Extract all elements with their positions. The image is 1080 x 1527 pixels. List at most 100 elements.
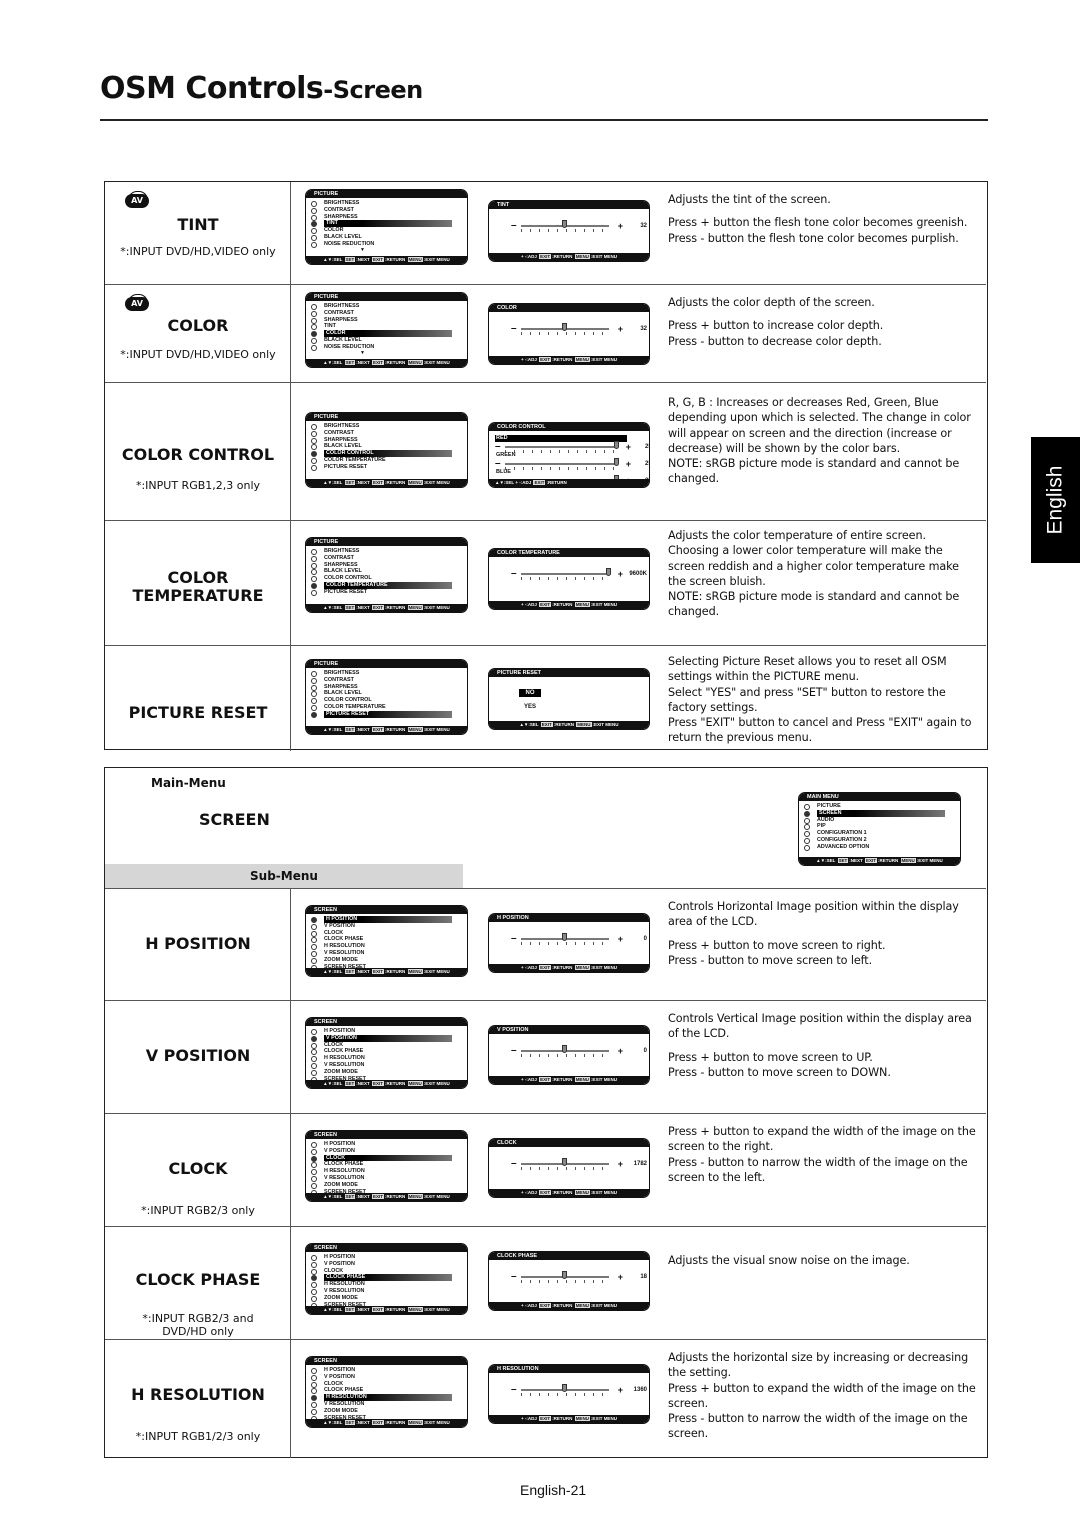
osd-slider[interactable]: – +32	[511, 220, 647, 232]
osd-menu-item[interactable]: PICTURE RESET	[310, 464, 467, 471]
osd-menu-item[interactable]: BLACK LEVEL	[310, 443, 467, 451]
osd-menu-item[interactable]: ZOOM MODE	[310, 1295, 467, 1302]
osd-menu-item[interactable]: ADVANCED OPTION	[803, 844, 960, 851]
reset-option-no[interactable]: NO	[519, 689, 541, 697]
osd-menu-item[interactable]: PICTURE	[803, 803, 960, 810]
osd-menu-item[interactable]: PICTURE RESET	[310, 710, 467, 718]
osd-menu-item[interactable]: H POSITION	[310, 1254, 467, 1261]
osd-menu-item[interactable]: BRIGHTNESS	[310, 548, 467, 555]
osd-menu-item[interactable]: PICTURE RESET	[310, 589, 467, 596]
slider-thumb[interactable]	[562, 1384, 567, 1392]
osd-menu-item[interactable]: CONTRAST	[310, 555, 467, 562]
osd-slider[interactable]: – +18	[511, 1271, 647, 1283]
osd-menu-item[interactable]: CONTRAST	[310, 310, 467, 317]
osd-slider[interactable]: –+255	[495, 441, 649, 453]
osd-menu-item[interactable]: V RESOLUTION	[310, 950, 467, 957]
osd-menu-item[interactable]: V POSITION	[310, 923, 467, 930]
osd-menu-item[interactable]: ZOOM MODE	[310, 957, 467, 964]
color-channel-label[interactable]: RED	[495, 435, 627, 442]
osd-menu-item[interactable]: H RESOLUTION	[310, 1281, 467, 1288]
osd-menu-item[interactable]: BRIGHTNESS	[310, 670, 467, 677]
osd-menu-item[interactable]: NOISE REDUCTION	[310, 344, 467, 351]
osd-slider[interactable]: – +0	[511, 1045, 647, 1057]
osd-menu-item[interactable]: AUDIO	[803, 817, 960, 824]
osd-menu-item[interactable]: COLOR TEMPERATURE	[310, 704, 467, 711]
osd-menu-item[interactable]: H POSITION	[310, 916, 467, 923]
osd-menu-item[interactable]: CLOCK	[310, 1381, 467, 1388]
osd-menu-item[interactable]: CLOCK	[310, 930, 467, 937]
osd-menu-item[interactable]: SHARPNESS	[310, 562, 467, 569]
osd-menu-item[interactable]: BLACK LEVEL	[310, 234, 467, 241]
osd-menu-item[interactable]: NOISE REDUCTION	[310, 241, 467, 248]
slider-thumb[interactable]	[562, 220, 567, 228]
osd-menu-item[interactable]: COLOR TEMPERATURE	[310, 581, 467, 589]
slider-thumb[interactable]	[562, 1271, 567, 1279]
osd-menu-item[interactable]: ZOOM MODE	[310, 1182, 467, 1189]
osd-menu-item[interactable]: PIP	[803, 823, 960, 831]
osd-menu-item[interactable]: SHARPNESS	[310, 214, 467, 221]
reset-option-yes[interactable]: YES	[519, 703, 541, 711]
osd-slider[interactable]: – +1360	[511, 1384, 647, 1396]
osd-menu-item[interactable]: H RESOLUTION	[310, 1394, 467, 1401]
osd-slider[interactable]: – +9600K	[511, 568, 647, 580]
osd-menu-item[interactable]: H RESOLUTION	[310, 1055, 467, 1062]
osd-menu-item[interactable]: CLOCK PHASE	[310, 1274, 467, 1282]
osd-menu-item[interactable]: COLOR	[310, 330, 467, 337]
osd-menu-item[interactable]: ZOOM MODE	[310, 1069, 467, 1076]
osd-menu-item[interactable]: V POSITION	[310, 1374, 467, 1381]
slider-thumb[interactable]	[614, 458, 619, 466]
osd-menu-item[interactable]: BRIGHTNESS	[310, 303, 467, 310]
osd-menu-item[interactable]: BLACK LEVEL	[310, 337, 467, 344]
color-channel-label[interactable]: BLUE	[495, 469, 627, 476]
osd-menu-item[interactable]: CONFIGURATION 1	[803, 830, 960, 837]
osd-menu-item[interactable]: COLOR TEMPERATURE	[310, 457, 467, 464]
osd-menu-item[interactable]: CONTRAST	[310, 677, 467, 684]
osd-menu-item[interactable]: V POSITION	[310, 1261, 467, 1268]
slider-thumb[interactable]	[614, 441, 619, 449]
osd-slider[interactable]: –+255	[495, 458, 649, 470]
osd-menu-item[interactable]: CLOCK PHASE	[310, 1387, 467, 1395]
osd-menu-item[interactable]: SCREEN	[803, 809, 960, 817]
osd-menu-item[interactable]: V RESOLUTION	[310, 1175, 467, 1182]
osd-menu-item[interactable]: COLOR	[310, 227, 467, 234]
osd-menu-item[interactable]: H POSITION	[310, 1367, 467, 1374]
osd-menu-item[interactable]: V POSITION	[310, 1034, 467, 1042]
slider-thumb[interactable]	[562, 1158, 567, 1166]
osd-menu-item[interactable]: BLACK LEVEL	[310, 568, 467, 576]
osd-menu-item[interactable]: SHARPNESS	[310, 684, 467, 691]
osd-menu-item[interactable]: H RESOLUTION	[310, 943, 467, 950]
osd-menu-item[interactable]: CONTRAST	[310, 430, 467, 437]
osd-menu-item[interactable]: CLOCK	[310, 1268, 467, 1275]
slider-thumb[interactable]	[562, 1045, 567, 1053]
osd-menu-item[interactable]: CLOCK PHASE	[310, 1048, 467, 1056]
osd-menu-item[interactable]: V RESOLUTION	[310, 1401, 467, 1408]
slider-thumb[interactable]	[562, 323, 567, 331]
osd-menu-item[interactable]: H POSITION	[310, 1141, 467, 1148]
osd-menu-item[interactable]: CLOCK PHASE	[310, 936, 467, 944]
osd-slider[interactable]: – +32	[511, 323, 647, 335]
osd-menu-item[interactable]: V POSITION	[310, 1148, 467, 1155]
osd-menu-item[interactable]: BLACK LEVEL	[310, 690, 467, 698]
osd-menu-item[interactable]: H RESOLUTION	[310, 1168, 467, 1175]
osd-menu-item[interactable]: CLOCK PHASE	[310, 1161, 467, 1169]
osd-menu-item[interactable]: BRIGHTNESS	[310, 423, 467, 430]
osd-menu-item[interactable]: BRIGHTNESS	[310, 200, 467, 207]
osd-menu-item[interactable]: CONTRAST	[310, 207, 467, 214]
color-channel-label[interactable]: GREEN	[495, 452, 627, 459]
osd-menu-item[interactable]: V RESOLUTION	[310, 1062, 467, 1069]
osd-menu-item[interactable]: TINT	[310, 220, 467, 228]
osd-menu-item[interactable]: SHARPNESS	[310, 317, 467, 324]
osd-menu-item[interactable]: SHARPNESS	[310, 437, 467, 444]
osd-menu-item[interactable]: CLOCK	[310, 1154, 467, 1162]
osd-menu-item[interactable]: CONFIGURATION 2	[803, 837, 960, 844]
osd-menu-item[interactable]: TINT	[310, 323, 467, 331]
osd-menu-item[interactable]: CLOCK	[310, 1042, 467, 1049]
osd-menu-item[interactable]: COLOR CONTROL	[310, 697, 467, 704]
osd-menu-item[interactable]: V RESOLUTION	[310, 1288, 467, 1295]
osd-menu-item[interactable]: COLOR CONTROL	[310, 450, 467, 457]
osd-slider[interactable]: – +1782	[511, 1158, 647, 1170]
slider-thumb[interactable]	[606, 568, 611, 576]
osd-menu-item[interactable]: COLOR CONTROL	[310, 575, 467, 582]
slider-thumb[interactable]	[562, 933, 567, 941]
osd-slider[interactable]: – +0	[511, 933, 647, 945]
